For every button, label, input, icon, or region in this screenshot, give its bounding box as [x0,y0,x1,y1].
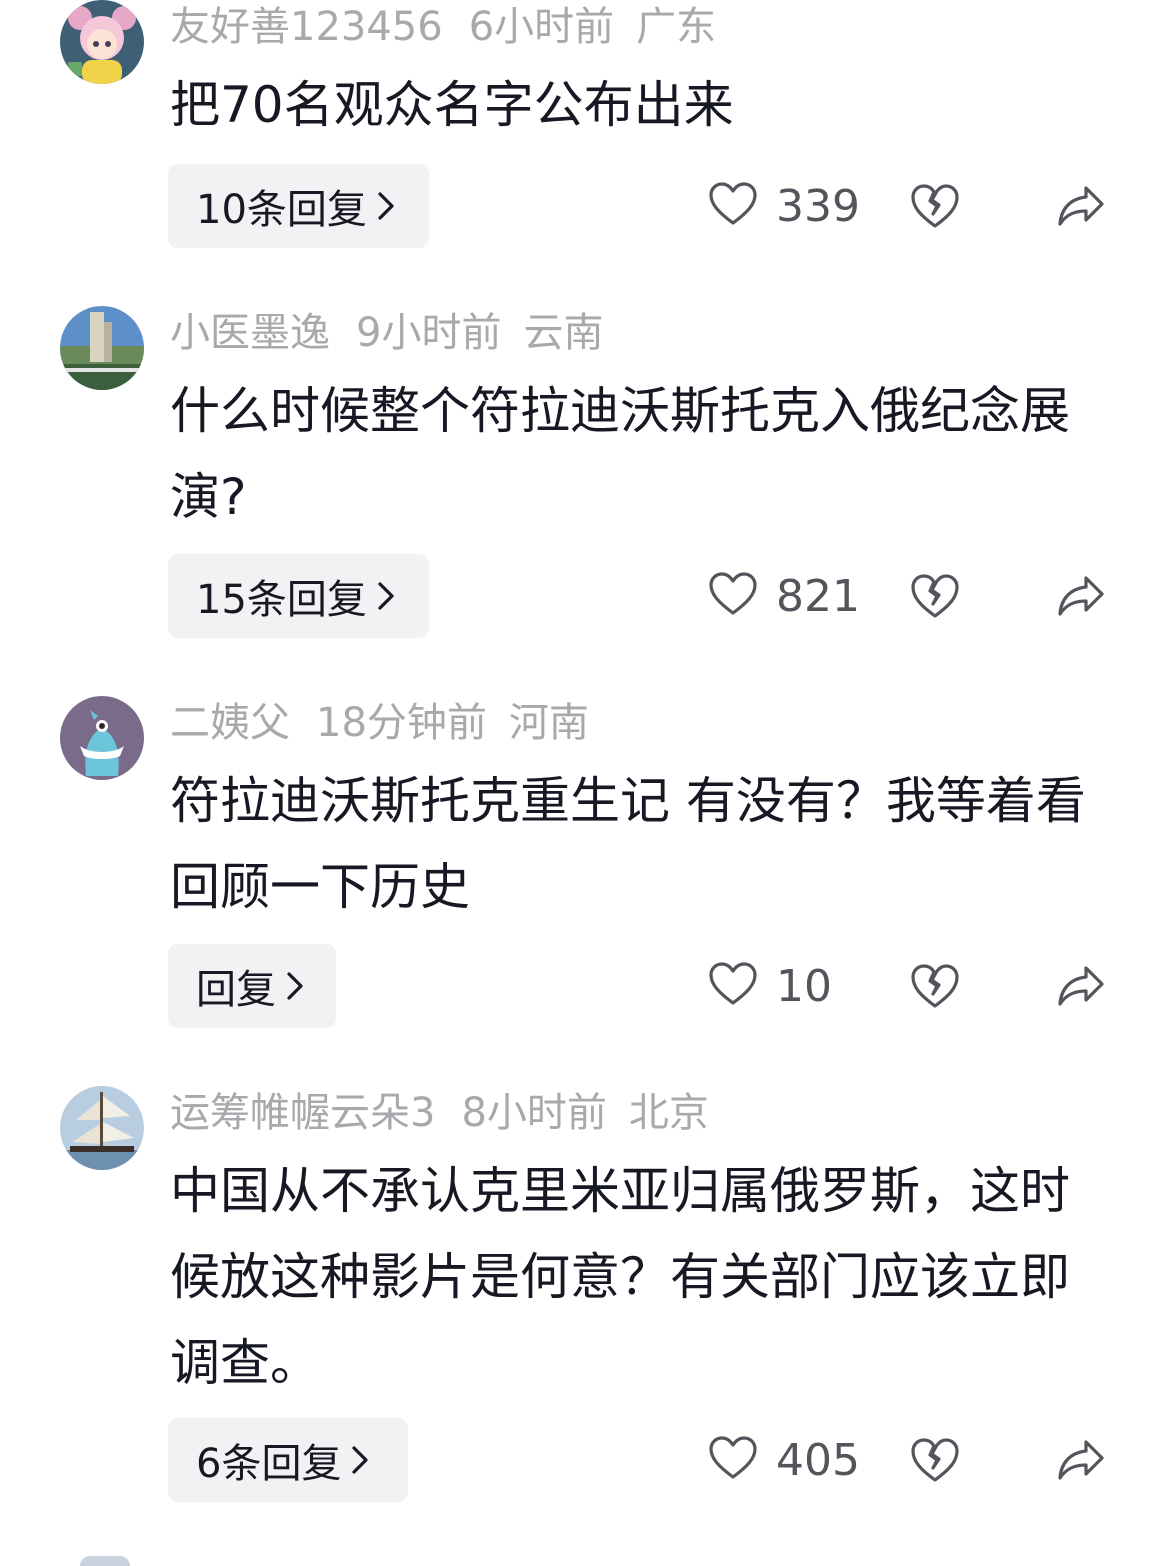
share-button[interactable] [1056,182,1106,234]
share-arrow-icon [1056,966,1106,1014]
like-count: 339 [776,180,860,232]
share-button[interactable] [1056,1436,1106,1488]
comment-username[interactable]: 小医墨逸 [170,310,330,356]
reply-label: 15条回复 [196,577,367,623]
comment-text[interactable]: 符拉迪沃斯托克重生记 有没有？我等着看 回顾一下历史 [170,758,1110,930]
comment-actions: 10 [700,944,1120,1028]
dislike-button[interactable] [910,181,960,235]
comment-meta: 运筹帷幄云朵3 8小时前 北京 [170,1088,731,1138]
next-avatar-peek [80,1556,130,1566]
comment-text[interactable]: 把70名观众名字公布出来 [170,62,1110,148]
heart-outline-icon [708,571,758,621]
view-replies-button[interactable]: 10条回复 [168,164,429,248]
avatar-image [60,696,144,780]
avatar[interactable] [60,1086,144,1170]
broken-heart-icon [910,1438,960,1489]
heart-outline-icon [708,961,758,1011]
reply-label: 6条回复 [196,1441,342,1487]
comment-location: 河南 [508,700,589,746]
comment-text[interactable]: 中国从不承认克里米亚归属俄罗斯，这时候放这种影片是何意？有关部门应该立即调查。 [170,1148,1110,1406]
comment-location: 北京 [628,1090,709,1136]
dislike-button[interactable] [910,961,960,1015]
dislike-button[interactable] [910,571,960,625]
share-arrow-icon [1056,1440,1106,1488]
avatar-image [60,0,144,84]
avatar-image [60,1086,144,1170]
like-button[interactable]: 339 [708,164,860,248]
comment-meta: 友好善123456 6小时前 广东 [170,2,738,52]
reply-label: 回复 [196,967,276,1013]
comment-actions: 821 [700,554,1120,638]
dislike-button[interactable] [910,1435,960,1489]
share-arrow-icon [1056,186,1106,234]
share-button[interactable] [1056,572,1106,624]
reply-label: 10条回复 [196,187,367,233]
broken-heart-icon [910,574,960,625]
view-replies-button[interactable]: 6条回复 [168,1418,408,1502]
heart-outline-icon [708,181,758,231]
comment-username[interactable]: 二姨父 [170,700,290,746]
comment-time: 18分钟前 [316,700,487,746]
view-replies-button[interactable]: 回复 [168,944,336,1028]
share-arrow-icon [1056,576,1106,624]
share-button[interactable] [1056,962,1106,1014]
comment-username[interactable]: 运筹帷幄云朵3 [170,1090,435,1136]
comment-time: 8小时前 [461,1090,607,1136]
comment-meta: 二姨父 18分钟前 河南 [170,698,611,748]
chevron-right-icon [377,581,395,611]
comment-location: 云南 [523,310,604,356]
avatar[interactable] [60,306,144,390]
comment-username[interactable]: 友好善123456 [170,4,443,50]
comment-location: 广东 [636,4,717,50]
comment-meta: 小医墨逸 9小时前 云南 [170,308,625,358]
like-count: 405 [776,1434,860,1486]
comment-actions: 339 [700,164,1120,248]
view-replies-button[interactable]: 15条回复 [168,554,429,638]
like-count: 821 [776,570,860,622]
broken-heart-icon [910,964,960,1015]
comment-text[interactable]: 什么时候整个符拉迪沃斯托克入俄纪念展演? [170,368,1110,540]
heart-outline-icon [708,1435,758,1485]
like-count: 10 [776,960,832,1012]
avatar[interactable] [60,696,144,780]
like-button[interactable]: 405 [708,1418,860,1502]
comment-time: 9小时前 [356,310,502,356]
chevron-right-icon [351,1445,369,1475]
comment-time: 6小时前 [468,4,615,50]
comment-actions: 405 [700,1418,1120,1502]
avatar[interactable] [60,0,144,84]
like-button[interactable]: 10 [708,944,832,1028]
chevron-right-icon [377,191,395,221]
like-button[interactable]: 821 [708,554,860,638]
chevron-right-icon [286,971,304,1001]
avatar-image [60,306,144,390]
broken-heart-icon [910,184,960,235]
